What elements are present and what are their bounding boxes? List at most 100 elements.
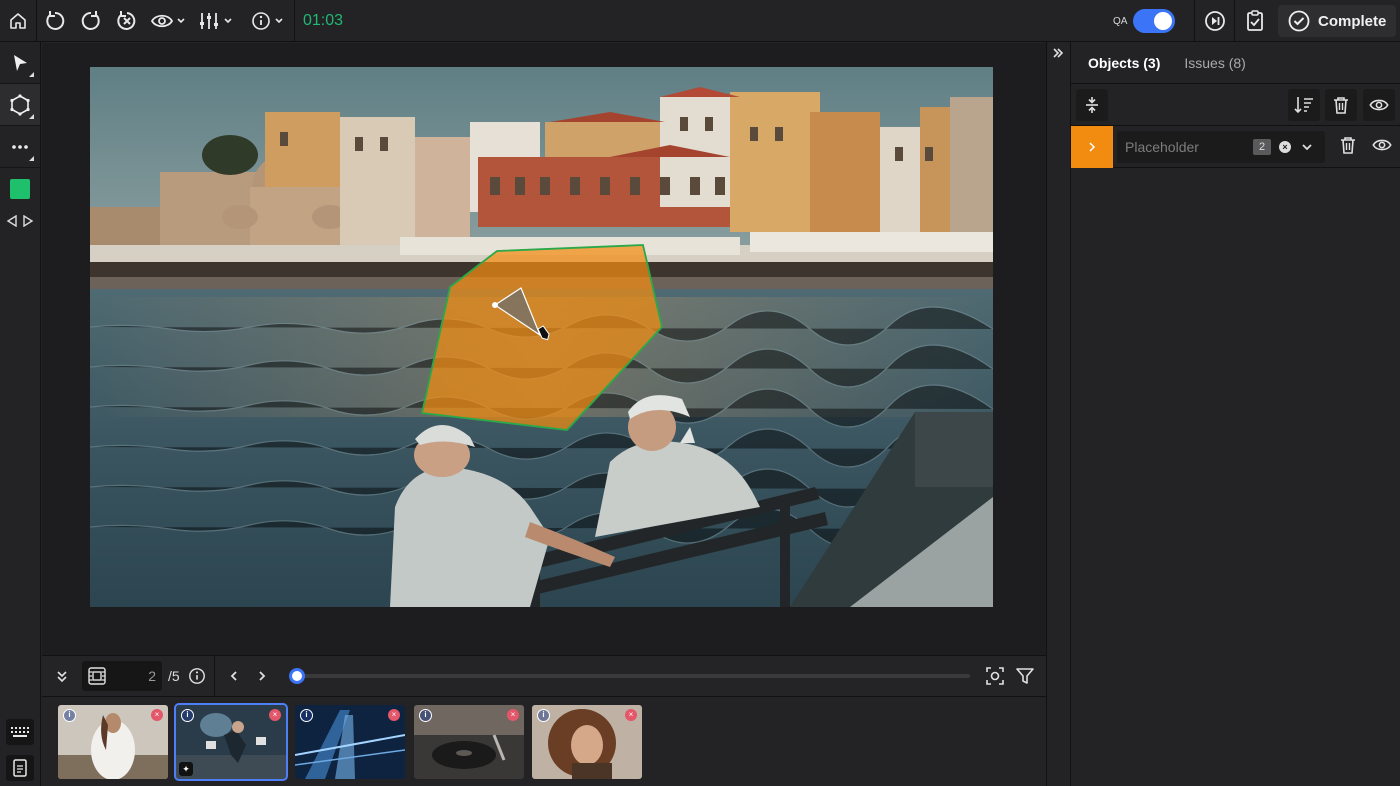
harbor-photo [90, 67, 993, 607]
delete-object-button[interactable] [1340, 136, 1356, 159]
thumbnail-1[interactable]: i × [58, 705, 168, 779]
frame-slider-track [294, 674, 970, 678]
object-class-placeholder: Placeholder [1125, 139, 1199, 155]
total-frames: /5 [168, 668, 180, 684]
filmstrip: i × i × ✦ i × i × i × [42, 697, 1046, 786]
more-tools-button[interactable] [0, 126, 40, 168]
info-icon[interactable]: i [63, 709, 76, 722]
object-row[interactable]: Placeholder 2 × [1071, 126, 1400, 168]
info-icon[interactable]: i [537, 709, 550, 722]
toggle-visibility-all-button[interactable] [1363, 89, 1395, 121]
check-circle-icon [1288, 10, 1310, 32]
next-frame-button[interactable] [249, 655, 275, 697]
complete-button[interactable]: Complete [1278, 5, 1397, 37]
collapse-panel-button[interactable] [1052, 46, 1064, 62]
timer: 01:03 [303, 11, 344, 29]
frame-navigation-bar: 2 /5 [42, 655, 1046, 697]
info-icon [252, 11, 270, 30]
focus-icon [986, 667, 1004, 685]
collapse-filmstrip-button[interactable] [42, 655, 82, 697]
qa-label: QA [1113, 15, 1128, 27]
close-icon[interactable]: × [388, 709, 400, 721]
reset-icon[interactable] [109, 0, 145, 42]
info-icon[interactable]: i [181, 709, 194, 722]
object-expand-button[interactable] [1071, 126, 1113, 168]
info-icon[interactable]: i [419, 709, 432, 722]
objects-toolbar [1071, 84, 1400, 126]
info-dropdown[interactable] [245, 0, 290, 42]
chevron-down-icon[interactable] [1301, 142, 1313, 152]
toggle-object-visibility-button[interactable] [1372, 138, 1392, 157]
info-icon[interactable]: i [300, 709, 313, 722]
skip-button[interactable] [1194, 0, 1234, 42]
thumbnail-2[interactable]: i × ✦ [174, 703, 288, 781]
pin-icon: ✦ [179, 762, 193, 776]
document-icon [13, 759, 27, 777]
image-canvas[interactable] [42, 43, 1046, 655]
object-class-select[interactable]: Placeholder 2 × [1117, 131, 1325, 163]
expand-collapse-all-button[interactable] [1076, 89, 1108, 121]
double-chevron-down-icon [57, 671, 67, 683]
close-icon[interactable]: × [151, 709, 163, 721]
panel-collapse-strip [1047, 42, 1071, 786]
clear-icon[interactable]: × [1279, 141, 1291, 153]
thumbnail-4[interactable]: i × [414, 705, 524, 779]
keyboard-icon [11, 727, 29, 737]
close-icon[interactable]: × [625, 709, 637, 721]
chevron-down-icon [177, 17, 185, 23]
prev-next-label-control[interactable] [0, 210, 40, 232]
chevron-left-icon [230, 671, 237, 681]
eye-icon [1369, 99, 1389, 111]
adjustments-dropdown[interactable] [192, 0, 239, 42]
previous-frame-button[interactable] [219, 655, 249, 697]
visibility-dropdown[interactable] [145, 0, 192, 42]
review-button[interactable] [1234, 0, 1274, 42]
trash-icon [1334, 97, 1348, 114]
double-chevron-right-icon [1053, 48, 1064, 58]
close-icon[interactable]: × [269, 709, 281, 721]
eye-icon [151, 14, 173, 27]
frame-input-box[interactable]: 2 [82, 661, 162, 691]
sliders-icon [200, 12, 218, 29]
instructions-button[interactable] [0, 750, 40, 786]
info-icon [188, 668, 205, 684]
tab-issues[interactable]: Issues (8) [1184, 55, 1245, 71]
frame-slider-knob[interactable] [288, 668, 305, 684]
triangle-left-right-icon [6, 215, 34, 227]
chevron-down-icon [275, 17, 283, 23]
filter-button[interactable] [1010, 655, 1040, 697]
left-toolbar [0, 42, 41, 786]
polygon-tool-button[interactable] [0, 84, 40, 126]
top-toolbar: 01:03 QA Complete [0, 0, 1400, 42]
keyboard-shortcuts-button[interactable] [0, 714, 40, 750]
skip-icon [1204, 11, 1225, 31]
sort-icon [1294, 97, 1313, 114]
eye-icon [1372, 139, 1392, 151]
color-picker-button[interactable] [0, 168, 40, 210]
undo-icon[interactable] [37, 0, 73, 42]
cursor-icon [14, 54, 27, 71]
chevron-down-icon [224, 17, 232, 23]
sort-button[interactable] [1288, 89, 1320, 121]
chevron-right-icon [1089, 142, 1096, 152]
redo-icon[interactable] [73, 0, 109, 42]
qa-toggle[interactable] [1133, 9, 1176, 33]
home-icon[interactable] [0, 0, 36, 42]
thumbnail-3[interactable]: i × [295, 705, 405, 779]
tab-objects[interactable]: Objects (3) [1088, 55, 1160, 71]
expand-vertical-icon [1086, 97, 1098, 113]
object-count-badge: 2 [1253, 139, 1271, 155]
annotation-app: 01:03 QA Complete 2 /5 i × i × ✦ i × i ×… [0, 0, 1400, 786]
objects-panel: Objects (3) Issues (8) Placeholder 2 × [1046, 42, 1400, 786]
thumbnail-5[interactable]: i × [532, 705, 642, 779]
focus-button[interactable] [980, 655, 1010, 697]
close-icon[interactable]: × [507, 709, 519, 721]
frame-info-button[interactable] [180, 655, 214, 697]
delete-all-button[interactable] [1325, 89, 1357, 121]
current-frame-input[interactable]: 2 [112, 668, 156, 684]
polygon-icon [10, 93, 30, 116]
active-color-swatch [10, 179, 30, 199]
frame-slider[interactable] [285, 655, 970, 697]
trash-icon [1341, 137, 1355, 154]
select-tool-button[interactable] [0, 42, 40, 84]
